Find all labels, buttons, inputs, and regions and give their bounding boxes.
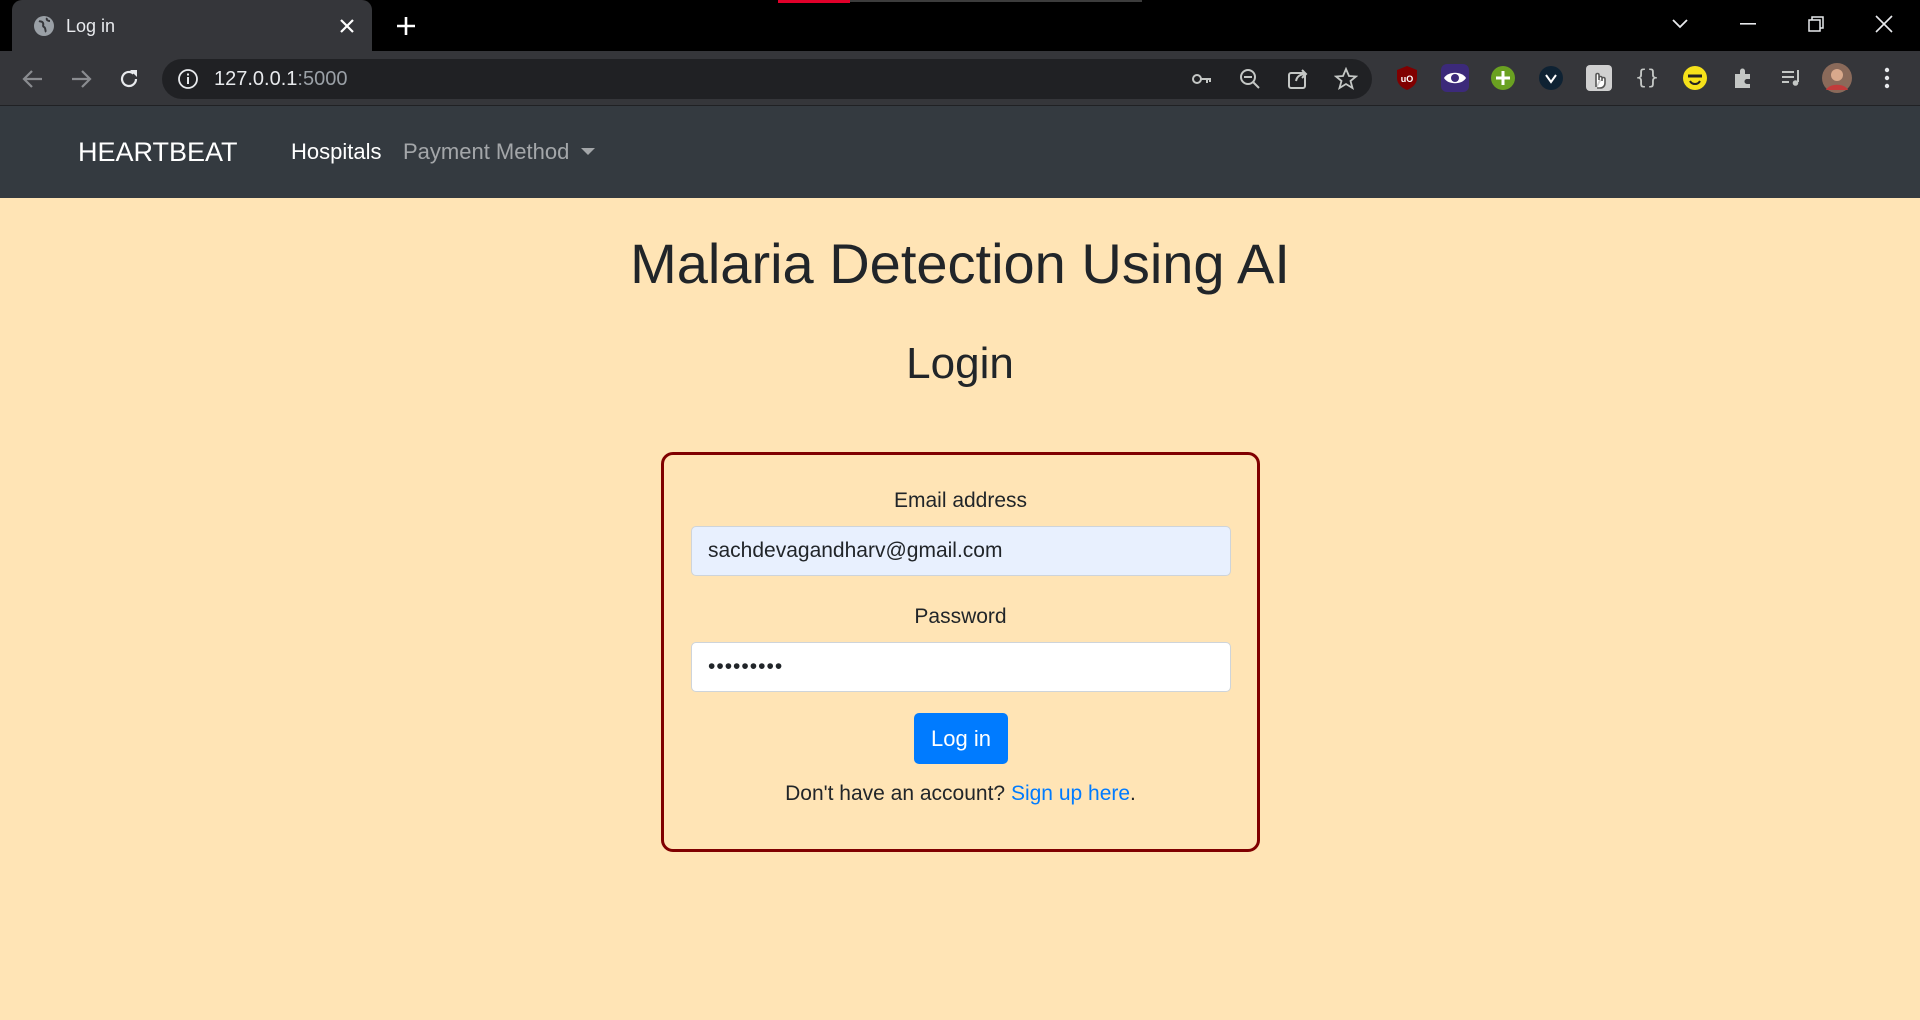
restore-icon[interactable] [1796, 8, 1836, 40]
minimize-icon[interactable] [1728, 8, 1768, 40]
nav-link-hospitals[interactable]: Hospitals [291, 138, 381, 166]
zoom-out-icon[interactable] [1236, 65, 1264, 93]
globe-icon [32, 14, 56, 38]
share-icon[interactable] [1284, 65, 1312, 93]
extensions-puzzle-icon[interactable] [1728, 63, 1758, 93]
password-label: Password [914, 605, 1007, 628]
login-button[interactable]: Log in [914, 713, 1008, 764]
address-bar[interactable]: 127.0.0.1:5000 [162, 59, 1372, 99]
key-icon[interactable] [1188, 65, 1216, 93]
svg-text:{}: {} [1635, 65, 1659, 89]
svg-text:uO: uO [1401, 74, 1414, 84]
email-label: Email address [893, 489, 1028, 512]
vue-devtools-icon[interactable] [1536, 63, 1566, 93]
nav-dropdown-payment-method[interactable]: Payment Method [403, 138, 596, 166]
url-text: 127.0.0.1:5000 [214, 68, 347, 90]
signup-prompt-text: Don't have an account? [785, 782, 1011, 805]
browser-tab[interactable]: Log in [12, 0, 372, 51]
login-heading: Login [906, 339, 1014, 388]
chrome-menu-icon[interactable] [1872, 63, 1902, 93]
tab-accent-bar [778, 0, 850, 3]
signup-prompt: Don't have an account? Sign up here. [664, 781, 1257, 807]
caret-down-icon [581, 147, 596, 155]
json-formatter-icon[interactable]: {} [1632, 63, 1662, 93]
tab-title: Log in [66, 16, 116, 36]
close-window-icon[interactable] [1864, 8, 1904, 40]
media-control-icon[interactable] [1776, 63, 1806, 93]
brand-link[interactable]: HEARTBEAT [78, 136, 238, 168]
bookmark-star-icon[interactable] [1332, 65, 1360, 93]
signup-suffix: . [1130, 782, 1136, 805]
add-extension-icon[interactable] [1488, 63, 1518, 93]
page-title: Malaria Detection Using AI [630, 232, 1290, 295]
tab-accent-track [850, 0, 1142, 2]
new-tab-icon[interactable] [390, 10, 422, 42]
browser-toolbar: 127.0.0.1:5000 uO {} [0, 51, 1920, 106]
browser-tabstrip: Log in [0, 0, 1920, 51]
url-port: :5000 [297, 68, 348, 90]
url-host: 127.0.0.1 [214, 68, 298, 90]
eye-extension-icon[interactable] [1440, 63, 1470, 93]
close-tab-icon[interactable] [334, 13, 360, 39]
smiley-extension-icon[interactable] [1680, 63, 1710, 93]
tab-search-icon[interactable] [1660, 8, 1700, 40]
password-field[interactable] [691, 642, 1231, 692]
signup-link[interactable]: Sign up here [1011, 782, 1130, 805]
touch-extension-icon[interactable] [1584, 63, 1614, 93]
ublock-origin-icon[interactable]: uO [1392, 63, 1422, 93]
site-navbar: HEARTBEAT Hospitals Payment Method [0, 106, 1920, 198]
forward-icon[interactable] [62, 60, 100, 98]
site-info-icon[interactable] [176, 67, 200, 91]
profile-avatar[interactable] [1822, 63, 1852, 93]
email-field[interactable] [691, 526, 1231, 576]
reload-icon[interactable] [110, 60, 148, 98]
back-icon[interactable] [14, 60, 52, 98]
login-form: Email address Password Log in Don't have… [661, 452, 1260, 852]
nav-dropdown-label: Payment Method [403, 139, 570, 164]
